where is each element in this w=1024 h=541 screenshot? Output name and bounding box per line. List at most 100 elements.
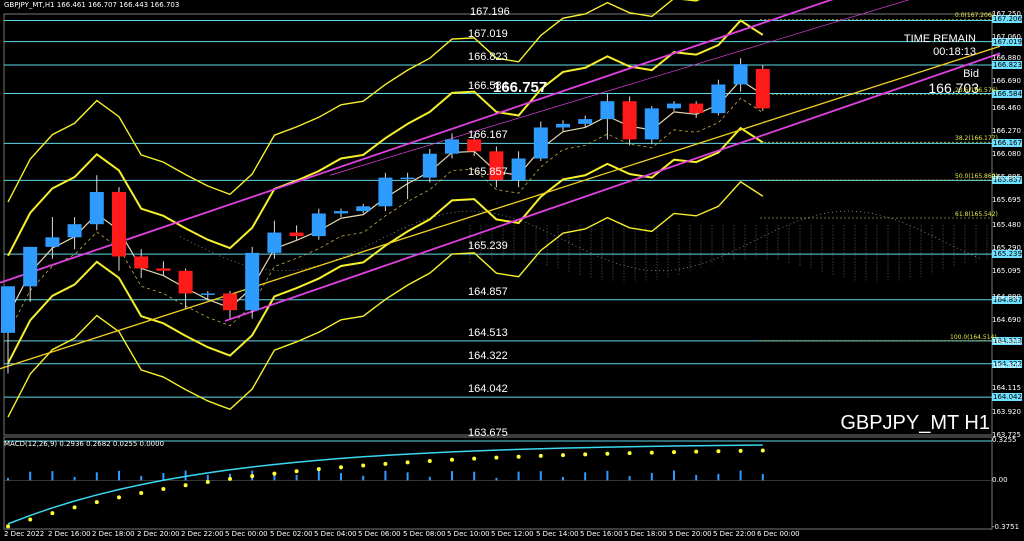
y-axis-label: 167.060 xyxy=(992,32,1021,41)
macd-signal-dot xyxy=(161,486,166,491)
macd-signal-dot xyxy=(494,455,499,460)
x-axis-label: 5 Dec 00:00 xyxy=(225,530,268,538)
bull-candle xyxy=(400,177,415,180)
macd-signal-dot xyxy=(583,452,588,457)
time-remain-label: TIME REMAIN xyxy=(903,33,976,45)
bull-candle xyxy=(200,293,215,295)
x-axis-label: 2 Dec 22:00 xyxy=(181,530,224,538)
macd-signal-dot xyxy=(760,448,765,453)
x-axis-label: 5 Dec 10:00 xyxy=(447,530,490,538)
level-label: 164.857 xyxy=(468,285,508,298)
y-axis-label: 166.880 xyxy=(992,54,1021,63)
price-tag: 164.042 xyxy=(992,393,1022,402)
bull-candle xyxy=(733,64,748,85)
macd-signal-dot xyxy=(316,467,321,472)
bear-candle xyxy=(134,256,149,269)
x-axis-label: 2 Dec 16:00 xyxy=(48,530,91,538)
macd-signal-dot xyxy=(383,461,388,466)
y-axis-label: 165.695 xyxy=(992,195,1021,204)
macd-signal-dot xyxy=(94,500,99,505)
x-axis-label: 6 Dec 00:00 xyxy=(757,530,800,538)
macd-signal-dot xyxy=(250,474,255,479)
x-axis-label: 2 Dec 2022 xyxy=(4,530,45,538)
level-label: 165.239 xyxy=(468,240,508,253)
bear-candle xyxy=(156,268,171,271)
bull-candle xyxy=(45,237,60,247)
macd-signal-dot xyxy=(183,483,188,488)
y-axis-label: 164.880 xyxy=(992,293,1021,302)
fibo-label: 0.0(167.206) xyxy=(955,12,995,20)
macd-signal-dot xyxy=(50,511,55,516)
bull-candle xyxy=(600,101,615,120)
bull-candle xyxy=(89,191,104,225)
macd-line xyxy=(7,444,763,525)
main-panel-border xyxy=(3,13,993,436)
macd-signal-dot xyxy=(205,479,210,484)
macd-header: MACD(12,26,9) 0.2936 0.2682 0.0255 0.000… xyxy=(4,440,165,448)
level-label: 166.584 xyxy=(468,79,508,92)
level-label: 164.322 xyxy=(468,349,508,362)
fibo-label: 50.0(165.860) xyxy=(955,173,998,180)
x-axis-label: 5 Dec 22:00 xyxy=(713,530,756,538)
y-axis-label: 165.480 xyxy=(992,221,1021,230)
macd-signal-dot xyxy=(405,460,410,465)
level-label: 163.675 xyxy=(468,426,508,439)
x-axis-label: 5 Dec 04:00 xyxy=(314,530,357,538)
macd-signal-dot xyxy=(538,453,543,458)
y-axis-label: 165.290 xyxy=(992,244,1021,253)
macd-signal-dot xyxy=(716,449,721,454)
level-label: 166.167 xyxy=(468,129,508,142)
level-label: 166.823 xyxy=(468,50,508,63)
macd-axis-label: -0.3751 xyxy=(992,523,1020,531)
macd-signal-dot xyxy=(272,471,277,476)
macd-signal-dot xyxy=(72,505,77,510)
bear-candle xyxy=(622,101,637,140)
x-axis-label: 5 Dec 14:00 xyxy=(536,530,579,538)
bear-candle xyxy=(178,270,193,294)
fibo-label: 38.2(166.177) xyxy=(955,135,998,143)
x-axis-label: 5 Dec 02:00 xyxy=(270,530,313,538)
macd-signal-dot xyxy=(6,524,10,529)
macd-signal-dot xyxy=(605,451,610,456)
time-remain-value: 00:18:13 xyxy=(933,46,976,58)
bear-candle xyxy=(112,191,126,257)
level-label: 164.042 xyxy=(468,383,508,396)
bull-candle xyxy=(245,252,260,311)
y-axis-label: 166.080 xyxy=(992,149,1021,158)
x-axis-label: 5 Dec 08:00 xyxy=(403,530,446,538)
y-axis-label: 167.250 xyxy=(992,10,1021,18)
bull-candle xyxy=(667,103,681,109)
macd-signal-dot xyxy=(649,450,654,455)
macd-signal-dot xyxy=(294,469,299,474)
x-axis-label: 5 Dec 06:00 xyxy=(358,530,401,538)
bull-candle xyxy=(311,213,326,237)
bull-candle xyxy=(533,127,548,159)
macd-signal-dot xyxy=(694,449,699,454)
macd-indicator xyxy=(4,444,992,529)
bull-candle xyxy=(1,286,15,333)
level-label: 165.857 xyxy=(468,166,508,179)
macd-signal-dot xyxy=(672,450,676,455)
fibo-label: 61.8(165.542) xyxy=(955,210,998,218)
macd-axis-label: 0.00 xyxy=(992,476,1008,485)
macd-signal-dot xyxy=(472,456,477,461)
macd-signal-dot xyxy=(28,517,33,522)
x-axis-label: 5 Dec 20:00 xyxy=(669,530,712,538)
bull-candle xyxy=(556,123,570,128)
macd-signal-dot xyxy=(339,465,343,470)
macd-signal-dot xyxy=(139,490,144,495)
fibo-label: 100.0(164.514) xyxy=(950,333,997,341)
x-axis-label: 5 Dec 16:00 xyxy=(580,530,623,538)
level-label: 164.513 xyxy=(468,326,508,339)
x-axis-label: 2 Dec 18:00 xyxy=(92,530,135,538)
level-label: 167.196 xyxy=(470,6,510,19)
y-axis-label: 166.460 xyxy=(992,104,1021,113)
y-axis-label: 163.920 xyxy=(992,407,1021,416)
y-axis-label: 164.305 xyxy=(992,361,1021,370)
chart-header: GBPJPY_MT,H1 166.461 166.707 166.443 166… xyxy=(4,1,180,9)
macd-signal-dot xyxy=(361,463,366,468)
macd-signal-dot xyxy=(627,451,632,456)
bull-candle xyxy=(511,158,526,181)
macd-signal-dot xyxy=(427,459,432,464)
bull-candle xyxy=(23,246,38,287)
